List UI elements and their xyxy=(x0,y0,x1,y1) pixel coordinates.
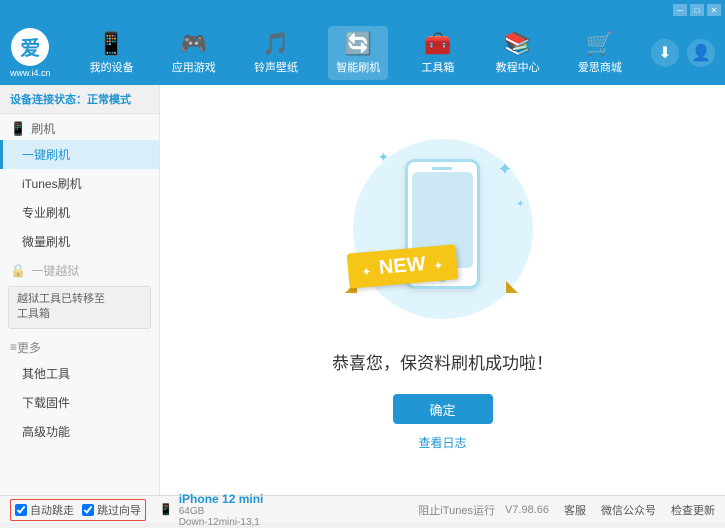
nav-smart-flash-label: 智能刷机 xyxy=(336,59,380,75)
nav-store-label: 爱思商城 xyxy=(578,59,622,75)
close-button[interactable]: ✕ xyxy=(707,4,721,16)
status-value: 正常模式 xyxy=(87,94,131,106)
device-details: iPhone 12 mini 64GB Down-12mini-13,1 xyxy=(179,492,264,528)
sparkle-3: ✦ xyxy=(516,199,524,210)
nav-right: ⬇ 👤 xyxy=(651,39,715,67)
ribbon-triangle-right xyxy=(506,281,518,293)
status-label: 设备连接状态： xyxy=(10,94,87,106)
other-tools-label: 其他工具 xyxy=(22,367,70,381)
nav-apps-games[interactable]: 🎮 应用游戏 xyxy=(164,26,224,80)
flash-section-title: 刷机 xyxy=(31,120,55,137)
sidebar-section-jailbreak: 🔒 一键越狱 xyxy=(0,256,159,282)
logo-icon: 爱 xyxy=(20,32,40,61)
sidebar-item-micro-flash[interactable]: 微量刷机 xyxy=(0,227,159,256)
auto-jump-checkbox[interactable] xyxy=(15,504,27,516)
version-label: V7.98.66 xyxy=(505,504,549,516)
nav-items: 📱 我的设备 🎮 应用游戏 🎵 铃声壁纸 🔄 智能刷机 🧰 工具箱 📚 教程中心… xyxy=(71,26,641,80)
nav-toolbox[interactable]: 🧰 工具箱 xyxy=(410,26,465,80)
download-button[interactable]: ⬇ xyxy=(651,39,679,67)
ringtone-icon: 🎵 xyxy=(262,31,289,57)
nav-ringtones-label: 铃声壁纸 xyxy=(254,59,298,75)
logo-url: www.i4.cn xyxy=(10,68,51,78)
wechat-link[interactable]: 微信公众号 xyxy=(601,502,656,518)
window-controls[interactable]: ─ □ ✕ xyxy=(673,4,721,16)
store-icon: 🛒 xyxy=(586,31,613,57)
toolbox-icon: 🧰 xyxy=(424,31,451,57)
flash-icon: 🔄 xyxy=(345,31,372,57)
new-badge-text: NEW xyxy=(378,253,426,279)
customer-service-link[interactable]: 客服 xyxy=(564,502,586,518)
sidebar-item-download-firmware[interactable]: 下载固件 xyxy=(0,388,159,417)
apps-icon: 🎮 xyxy=(180,31,207,57)
content-area: ✦ ✦ ✦ ✦ NEW 恭喜您，保资料刷机成功啦！ 确定 查看日志 xyxy=(160,85,725,495)
main-area: 设备连接状态：正常模式 📱 刷机 一键刷机 iTunes刷机 专业刷机 微量刷机… xyxy=(0,85,725,495)
jailbreak-info: 越狱工具已转移至工具箱 xyxy=(8,286,151,329)
confirm-button[interactable]: 确定 xyxy=(393,394,493,424)
pro-flash-label: 专业刷机 xyxy=(22,206,70,220)
more-section-title: 更多 xyxy=(17,339,41,356)
sparkle-2: ✦ xyxy=(497,159,512,180)
bottom-bar: 自动跳走 跳过向导 📱 iPhone 12 mini 64GB Down-12m… xyxy=(0,495,725,523)
itunes-status: 阻止iTunes运行 xyxy=(418,502,495,518)
micro-flash-label: 微量刷机 xyxy=(22,235,70,249)
more-section-icon: ≡ xyxy=(10,340,17,354)
nav-my-device-label: 我的设备 xyxy=(90,59,134,75)
checkboxes-area: 自动跳走 跳过向导 xyxy=(10,499,146,521)
auto-jump-text: 自动跳走 xyxy=(30,502,74,518)
sidebar-item-other-tools[interactable]: 其他工具 xyxy=(0,359,159,388)
view-log-link[interactable]: 查看日志 xyxy=(418,434,466,451)
itunes-status-text: 阻止iTunes运行 xyxy=(418,505,495,517)
user-button[interactable]: 👤 xyxy=(687,39,715,67)
sidebar-item-advanced[interactable]: 高级功能 xyxy=(0,417,159,446)
nav-my-device[interactable]: 📱 我的设备 xyxy=(82,26,142,80)
jailbreak-section-title: 一键越狱 xyxy=(31,262,79,279)
nav-ringtones[interactable]: 🎵 铃声壁纸 xyxy=(246,26,306,80)
nav-apps-label: 应用游戏 xyxy=(172,59,216,75)
logo: 爱 www.i4.cn xyxy=(10,28,51,78)
device-info: 📱 iPhone 12 mini 64GB Down-12mini-13,1 xyxy=(159,492,263,528)
maximize-button[interactable]: □ xyxy=(690,4,704,16)
sidebar: 设备连接状态：正常模式 📱 刷机 一键刷机 iTunes刷机 专业刷机 微量刷机… xyxy=(0,85,160,495)
title-bar: ─ □ ✕ xyxy=(0,0,725,20)
device-phone-icon: 📱 xyxy=(159,503,173,516)
itunes-flash-label: iTunes刷机 xyxy=(22,177,82,191)
bottom-right: V7.98.66 客服 微信公众号 检查更新 xyxy=(505,502,715,518)
nav-toolbox-label: 工具箱 xyxy=(421,59,454,75)
auto-jump-label[interactable]: 自动跳走 xyxy=(15,502,74,518)
nav-tutorial[interactable]: 📚 教程中心 xyxy=(488,26,548,80)
device-name: iPhone 12 mini xyxy=(179,492,264,506)
device-status: 设备连接状态：正常模式 xyxy=(0,85,159,114)
nav-tutorial-label: 教程中心 xyxy=(496,59,540,75)
device-model: Down-12mini-13,1 xyxy=(179,517,264,528)
sidebar-item-itunes-flash[interactable]: iTunes刷机 xyxy=(0,169,159,198)
sidebar-item-one-click-flash[interactable]: 一键刷机 xyxy=(0,140,159,169)
nav-smart-flash[interactable]: 🔄 智能刷机 xyxy=(328,26,388,80)
advanced-label: 高级功能 xyxy=(22,425,70,439)
sidebar-item-pro-flash[interactable]: 专业刷机 xyxy=(0,198,159,227)
logo-circle: 爱 xyxy=(11,28,49,66)
skip-guide-label[interactable]: 跳过向导 xyxy=(82,502,141,518)
flash-section-icon: 📱 xyxy=(10,121,26,137)
skip-guide-checkbox[interactable] xyxy=(82,504,94,516)
success-message: 恭喜您，保资料刷机成功啦！ xyxy=(332,349,553,374)
top-nav: 爱 www.i4.cn 📱 我的设备 🎮 应用游戏 🎵 铃声壁纸 🔄 智能刷机 … xyxy=(0,20,725,85)
jailbreak-section-icon: 🔒 xyxy=(10,263,26,279)
device-icon: 📱 xyxy=(98,31,125,57)
check-update-link[interactable]: 检查更新 xyxy=(671,502,715,518)
nav-store[interactable]: 🛒 爱思商城 xyxy=(570,26,630,80)
sidebar-section-more: ≡ 更多 xyxy=(0,333,159,359)
success-illustration: ✦ ✦ ✦ ✦ NEW xyxy=(343,129,543,329)
sidebar-section-flash: 📱 刷机 xyxy=(0,114,159,140)
skip-guide-text: 跳过向导 xyxy=(97,502,141,518)
sparkle-1: ✦ xyxy=(378,149,390,166)
phone-notch xyxy=(432,167,452,170)
device-storage: 64GB xyxy=(179,506,264,517)
bottom-left: 自动跳走 跳过向导 📱 iPhone 12 mini 64GB Down-12m… xyxy=(10,492,418,528)
download-firmware-label: 下载固件 xyxy=(22,396,70,410)
one-click-flash-label: 一键刷机 xyxy=(22,148,70,162)
jailbreak-info-text: 越狱工具已转移至工具箱 xyxy=(17,293,105,320)
minimize-button[interactable]: ─ xyxy=(673,4,687,16)
tutorial-icon: 📚 xyxy=(504,31,531,57)
